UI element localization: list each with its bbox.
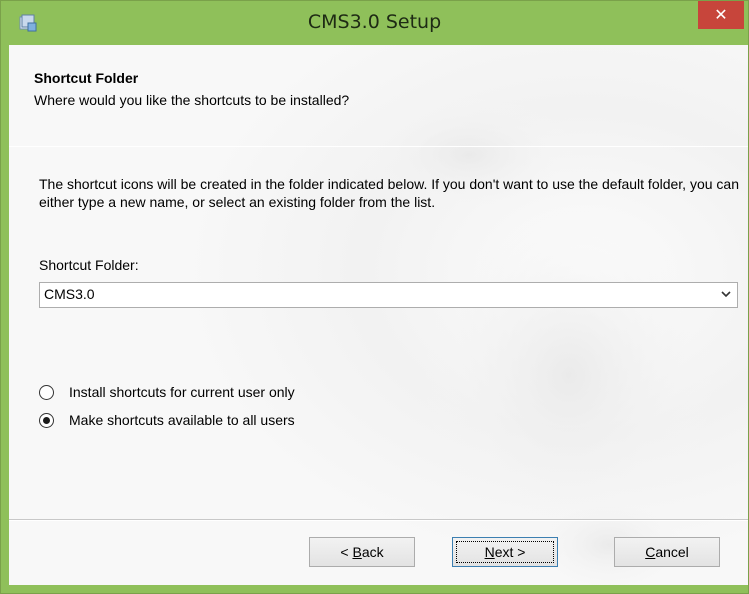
wizard-header: Shortcut Folder Where would you like the…	[9, 45, 748, 147]
close-button[interactable]: ✕	[698, 1, 744, 29]
wizard-client-area: Shortcut Folder Where would you like the…	[9, 45, 748, 585]
description-text: The shortcut icons will be created in th…	[39, 176, 739, 210]
next-button[interactable]: Next >	[452, 537, 558, 567]
header-divider	[9, 146, 748, 147]
page-subtitle: Where would you like the shortcuts to be…	[34, 92, 350, 108]
radio-button-current-user[interactable]	[39, 385, 54, 400]
radio-label-current-user[interactable]: Install shortcuts for current user only	[69, 384, 295, 400]
radio-label-all-users[interactable]: Make shortcuts available to all users	[69, 412, 295, 428]
page-title: Shortcut Folder	[34, 70, 139, 86]
back-button[interactable]: < Back	[309, 537, 415, 567]
title-bar[interactable]: CMS3.0 Setup ✕	[1, 1, 748, 45]
setup-window: CMS3.0 Setup ✕ Shortcut Folder Where wou…	[0, 0, 749, 594]
chevron-down-icon[interactable]	[719, 287, 733, 301]
radio-button-all-users[interactable]	[39, 413, 54, 428]
shortcut-folder-value: CMS3.0	[44, 286, 95, 302]
cancel-button[interactable]: Cancel	[614, 537, 720, 567]
radio-selected-dot	[43, 417, 50, 424]
shortcut-folder-dropdown[interactable]: CMS3.0	[39, 282, 738, 308]
close-icon: ✕	[714, 5, 728, 24]
window-title: CMS3.0 Setup	[307, 11, 442, 33]
shortcut-folder-label: Shortcut Folder:	[39, 257, 139, 273]
focus-rectangle	[456, 541, 554, 563]
footer-divider-highlight	[9, 520, 748, 521]
